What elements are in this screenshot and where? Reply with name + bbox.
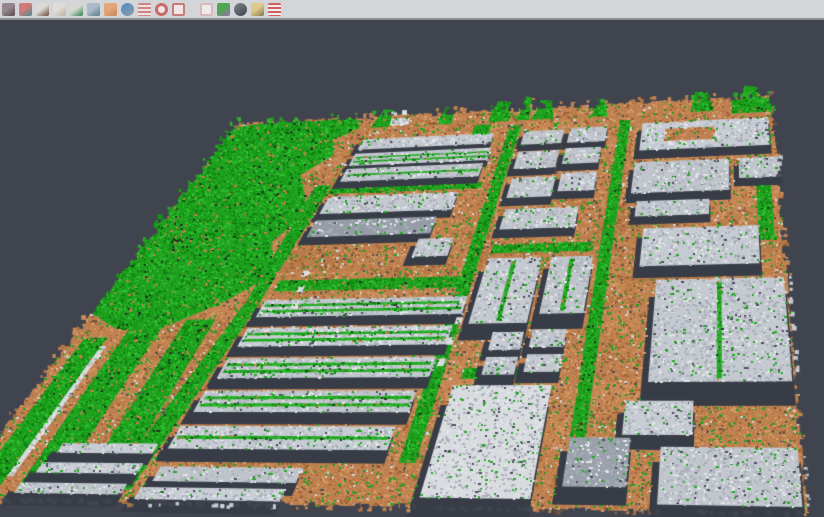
globe-icon[interactable] (121, 3, 134, 16)
crop-bounds-icon[interactable] (172, 3, 185, 16)
mosaic-icon[interactable] (2, 3, 15, 16)
terrain-hill-icon[interactable] (36, 3, 49, 16)
ortho-tile-icon[interactable] (104, 3, 117, 16)
sparse-cloud-icon[interactable] (53, 3, 66, 16)
toolbar (0, 0, 824, 20)
column-icon[interactable] (87, 3, 100, 16)
faded-frame-icon[interactable] (200, 3, 213, 16)
target-icon[interactable] (155, 3, 168, 16)
dark-sphere-icon[interactable] (234, 3, 247, 16)
striped-flag-icon[interactable] (268, 3, 281, 16)
texture-box-icon[interactable] (251, 3, 264, 16)
viewport (0, 22, 824, 517)
classification-icon[interactable] (217, 3, 230, 16)
green-mesh-icon[interactable] (70, 3, 83, 16)
scatter-points-icon[interactable] (19, 3, 32, 16)
toolbar-separator (189, 3, 196, 16)
viewport-3d-canvas[interactable] (0, 22, 824, 517)
red-layers-icon[interactable] (138, 3, 151, 16)
